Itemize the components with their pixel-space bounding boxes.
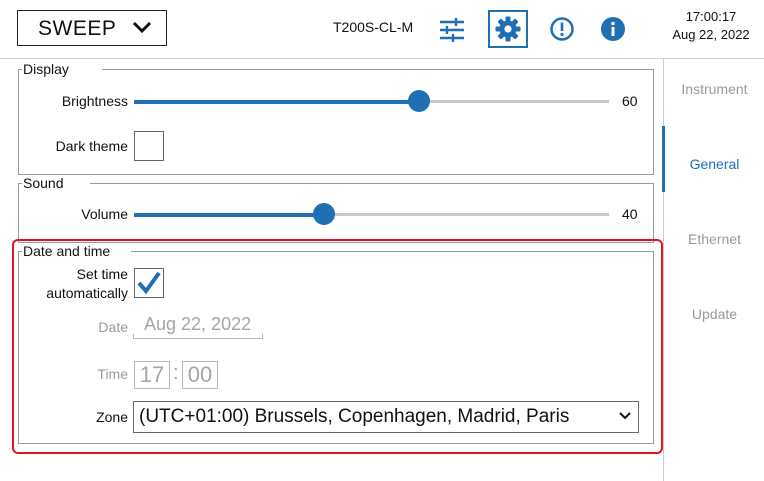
brightness-label: Brightness xyxy=(61,93,128,109)
nav-item-general[interactable]: General xyxy=(664,156,764,172)
sound-group-title: Sound xyxy=(22,175,65,191)
dark-theme-label: Dark theme xyxy=(55,138,128,154)
nav-active-indicator xyxy=(662,126,665,192)
device-name: T200S-CL-M xyxy=(333,19,414,35)
volume-label: Volume xyxy=(81,206,128,222)
clock-time: 17:00:17 xyxy=(685,9,737,24)
brightness-thumb[interactable] xyxy=(408,90,430,112)
clock-date: Aug 22, 2022 xyxy=(672,27,750,42)
settings-button[interactable] xyxy=(488,10,528,48)
display-group-title: Display xyxy=(22,61,70,77)
display-group xyxy=(18,69,654,175)
brightness-value: 60 xyxy=(622,93,638,109)
chevron-down-icon xyxy=(132,21,152,34)
brightness-slider[interactable] xyxy=(134,90,609,112)
settings-nav: Instrument General Ethernet Update xyxy=(663,58,764,481)
nav-item-ethernet[interactable]: Ethernet xyxy=(664,231,764,247)
volume-fill xyxy=(134,212,324,217)
alert-icon[interactable] xyxy=(547,14,577,44)
gear-icon xyxy=(495,16,521,42)
mode-dropdown[interactable]: SWEEP xyxy=(17,10,167,46)
nav-item-update[interactable]: Update xyxy=(664,306,764,322)
volume-value: 40 xyxy=(622,206,638,222)
volume-slider[interactable] xyxy=(134,203,609,225)
volume-thumb[interactable] xyxy=(313,203,335,225)
highlight-frame xyxy=(12,239,663,454)
nav-item-instrument[interactable]: Instrument xyxy=(664,81,764,97)
mode-label: SWEEP xyxy=(38,17,117,40)
brightness-fill xyxy=(134,99,419,104)
dark-theme-checkbox[interactable] xyxy=(134,131,164,161)
sliders-icon[interactable] xyxy=(436,14,468,46)
info-icon[interactable] xyxy=(598,14,628,44)
